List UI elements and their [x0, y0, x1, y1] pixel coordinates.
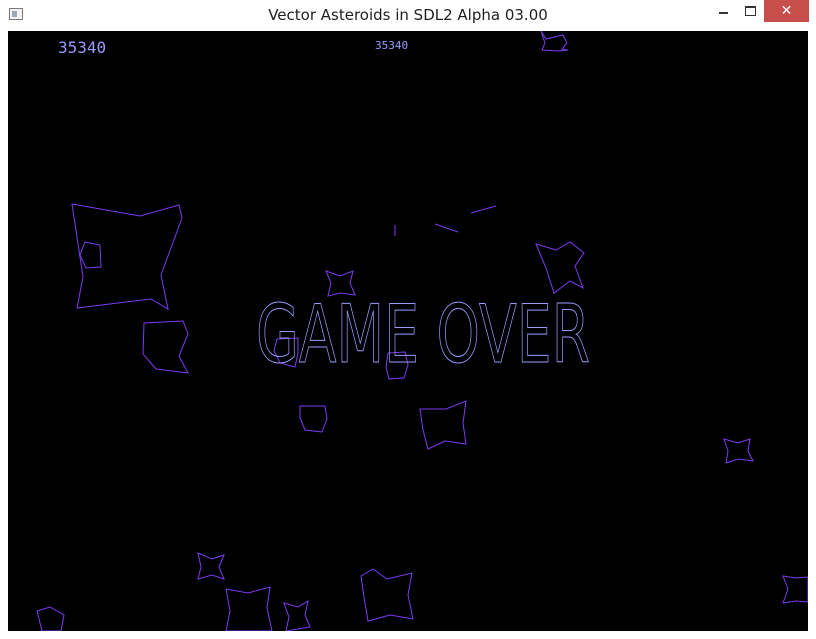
asteroid-small	[299, 405, 328, 433]
close-icon: ✕	[780, 3, 793, 19]
debris-line	[470, 205, 497, 214]
close-button[interactable]: ✕	[764, 0, 809, 22]
maximize-button[interactable]	[737, 0, 763, 22]
game-over-text: GAME OVER	[256, 288, 590, 381]
maximize-icon	[744, 6, 756, 16]
asteroid-medium	[535, 241, 585, 294]
asteroid-large	[71, 203, 183, 311]
game-canvas[interactable]: 35340 35340 GAME OVER	[8, 31, 808, 631]
asteroid-small	[723, 438, 754, 464]
score-readout: 35340	[58, 38, 106, 57]
title-bar[interactable]: Vector Asteroids in SDL2 Alpha 03.00 ✕	[0, 0, 816, 31]
asteroid-medium	[142, 320, 189, 374]
window-title: Vector Asteroids in SDL2 Alpha 03.00	[268, 6, 548, 24]
asteroid-medium	[225, 586, 273, 631]
asteroid-small	[540, 31, 569, 52]
asteroid-small	[197, 552, 225, 580]
asteroid-medium	[360, 568, 414, 622]
asteroid-small	[79, 241, 102, 269]
minimize-button[interactable]	[710, 0, 736, 22]
asteroid-medium	[419, 400, 467, 450]
minimize-icon	[718, 12, 728, 14]
asteroid-small	[782, 575, 808, 604]
debris-line	[434, 223, 459, 233]
asteroid-small	[283, 599, 311, 631]
playfield: 35340 35340 GAME OVER	[36, 31, 808, 631]
high-score-readout: 35340	[375, 39, 408, 52]
game-window: Vector Asteroids in SDL2 Alpha 03.00 ✕ 3…	[0, 0, 816, 639]
asteroid-small	[36, 606, 65, 631]
